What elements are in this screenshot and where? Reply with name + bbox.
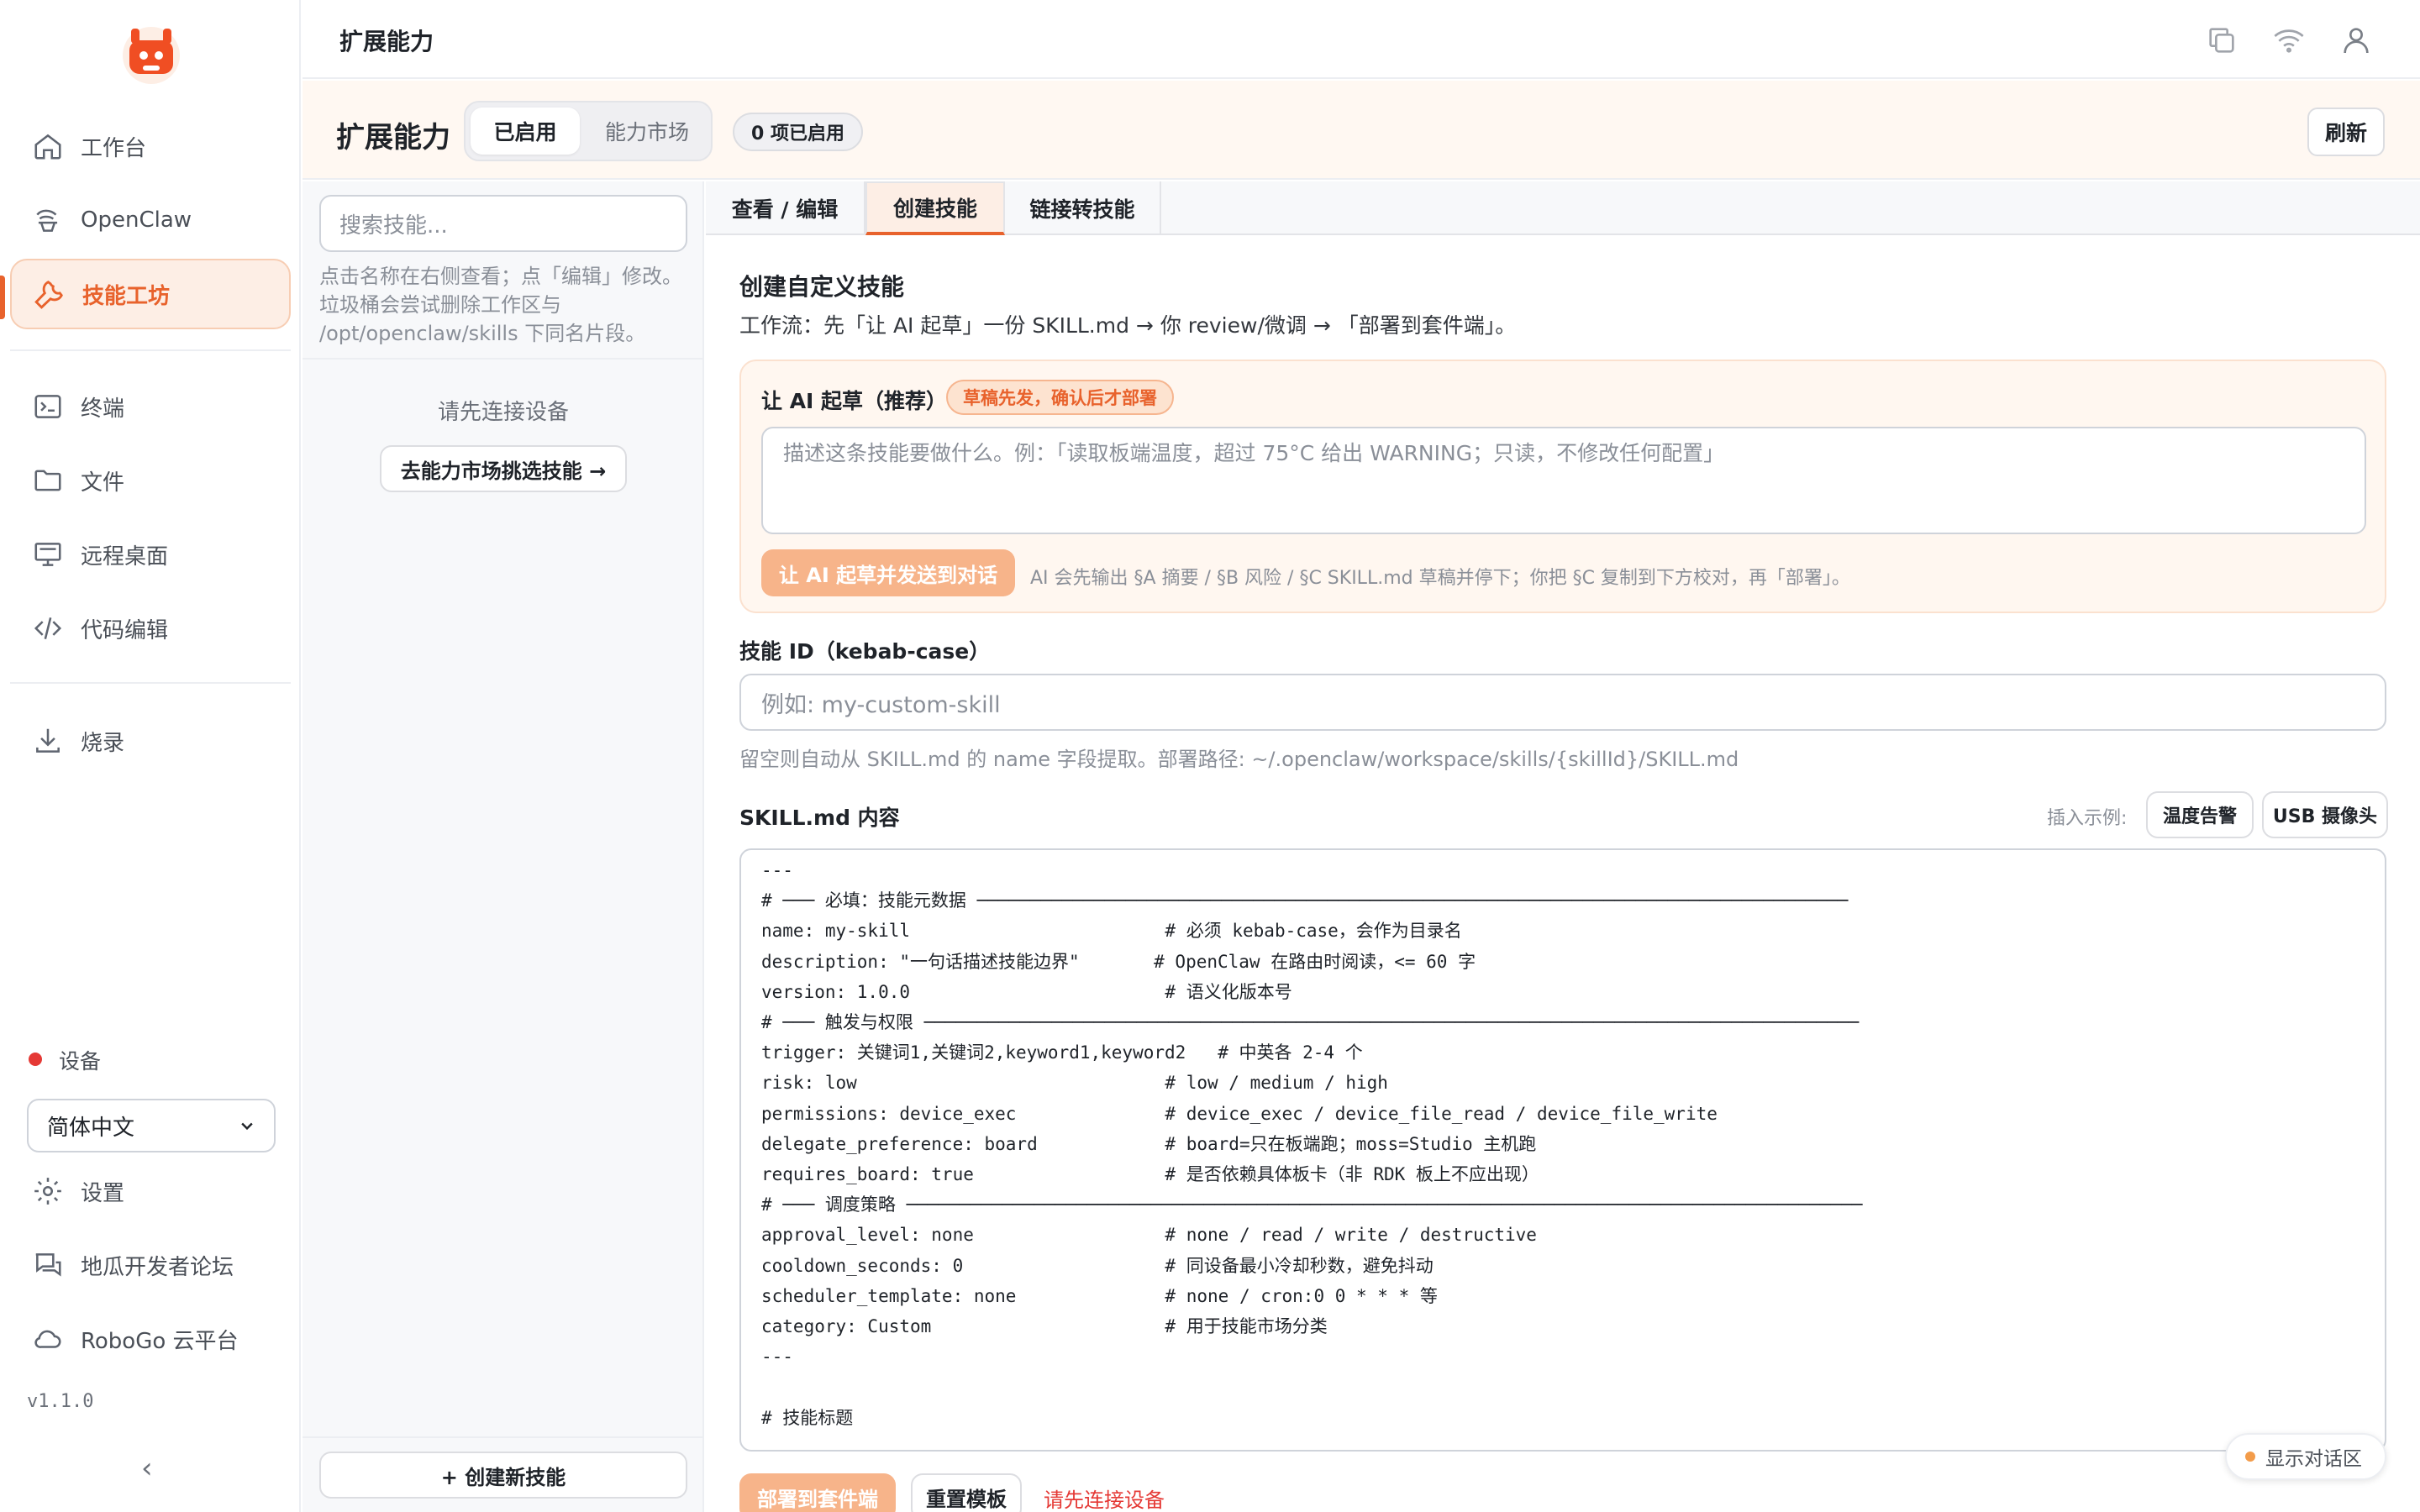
nav-openclaw[interactable]: OpenClaw (10, 185, 291, 255)
nav-label: 技能工坊 (82, 283, 171, 309)
list-divider (302, 1436, 704, 1438)
sidebar: 工作台 OpenClaw 技能工坊 终端 文件 远程桌面 代码编辑 烧录 设备 … (0, 0, 301, 1512)
nav-label: RoboGo 云平台 (81, 1328, 239, 1354)
page-title: 扩展能力 (336, 121, 450, 155)
enabled-count-badge: 0 项已启用 (733, 113, 863, 151)
skill-id-label: 技能 ID（kebab-case） (739, 639, 991, 664)
language-select[interactable]: 简体中文 (27, 1099, 276, 1152)
claw-icon (36, 209, 58, 232)
chat-bubbles-icon (35, 1253, 61, 1277)
top-bar: 扩展能力 (302, 0, 2420, 79)
version-label: v1.1.0 (27, 1391, 94, 1412)
nav-label: 代码编辑 (81, 617, 169, 643)
tab-market[interactable]: 能力市场 (588, 108, 706, 155)
status-dot (2245, 1452, 2255, 1462)
draft-first-badge: 草稿先发，确认后才部署 (946, 380, 1174, 415)
tab-view-edit[interactable]: 查看 / 编辑 (706, 181, 865, 235)
nav-label: 远程桌面 (81, 543, 169, 570)
wrench-icon (34, 281, 63, 309)
tab-create-skill[interactable]: 创建技能 (865, 181, 1005, 235)
ai-draft-note: AI 会先输出 §A 摘要 / §B 风险 / §C SKILL.md 草稿并停… (1030, 568, 1850, 589)
section-title: 创建自定义技能 (739, 273, 905, 301)
skill-md-label: SKILL.md 内容 (739, 806, 900, 830)
copy-icon[interactable] (2205, 24, 2238, 57)
nav-label: 地瓜开发者论坛 (81, 1254, 234, 1280)
skill-list-panel: 搜索技能... 点击名称在右侧查看；点「编辑」修改。垃圾桶会尝试删除工作区与 /… (302, 181, 704, 1512)
example-temperature-alert-button[interactable]: 温度告警 (2146, 791, 2254, 838)
folder-icon (34, 470, 61, 491)
nav-settings[interactable]: 设置 (10, 1156, 291, 1226)
connect-warning: 请先连接设备 (1044, 1488, 1165, 1512)
robot-logo-icon (123, 27, 180, 84)
ai-draft-label: 让 AI 起草（推荐） (761, 389, 948, 413)
show-chat-toggle[interactable]: 显示对话区 (2225, 1433, 2386, 1480)
chevron-down-icon (241, 1122, 253, 1131)
collapse-sidebar-icon[interactable]: ‹ (141, 1452, 153, 1485)
window-title: 扩展能力 (339, 28, 434, 55)
list-divider (302, 358, 704, 360)
main-tabs: 查看 / 编辑 创建技能 链接转技能 (706, 181, 2420, 235)
nav-files[interactable]: 文件 (10, 445, 291, 516)
ai-draft-send-button[interactable]: 让 AI 起草并发送到对话 (761, 549, 1015, 596)
refresh-button[interactable]: 刷新 (2307, 108, 2385, 156)
go-market-button[interactable]: 去能力市场挑选技能 → (380, 445, 627, 492)
nav-label: 终端 (81, 396, 125, 422)
nav-terminal[interactable]: 终端 (10, 371, 291, 442)
workflow-description: 工作流：先「让 AI 起草」一份 SKILL.md → 你 review/微调 … (739, 313, 1517, 338)
nav-forum[interactable]: 地瓜开发者论坛 (10, 1230, 291, 1300)
nav-skill-workshop[interactable]: 技能工坊 (10, 259, 291, 329)
user-icon[interactable] (2339, 24, 2373, 57)
nav-flash[interactable]: 烧录 (10, 706, 291, 776)
nav-robogo-cloud[interactable]: RoboGo 云平台 (10, 1304, 291, 1374)
skill-id-hint: 留空则自动从 SKILL.md 的 name 字段提取。部署路径: ~/.ope… (739, 748, 1739, 771)
sidebar-divider (10, 682, 291, 684)
connect-device-message: 请先连接设备 (437, 400, 569, 425)
nav-remote-desktop[interactable]: 远程桌面 (10, 519, 291, 590)
home-icon (34, 134, 61, 160)
skill-search-input[interactable]: 搜索技能... (319, 195, 687, 252)
tab-link-to-skill[interactable]: 链接转技能 (1005, 181, 1161, 235)
view-segmented-control: 已启用 能力市场 (464, 101, 713, 161)
cloud-icon (34, 1330, 61, 1348)
deploy-button[interactable]: 部署到套件端 (739, 1473, 896, 1512)
wifi-icon[interactable] (2272, 24, 2306, 57)
show-chat-label: 显示对话区 (2265, 1448, 2362, 1470)
reset-template-button[interactable]: 重置模板 (911, 1473, 1022, 1512)
page-header: 扩展能力 已启用 能力市场 0 项已启用 刷新 (302, 81, 2420, 180)
main-content: 查看 / 编辑 创建技能 链接转技能 创建自定义技能 工作流：先「让 AI 起草… (706, 181, 2420, 1512)
tab-enabled[interactable]: 已启用 (471, 108, 580, 155)
example-usb-camera-button[interactable]: USB 摄像头 (2262, 791, 2388, 838)
ai-draft-card: 让 AI 起草（推荐） 草稿先发，确认后才部署 描述这条技能要做什么。例：「读取… (739, 360, 2386, 613)
nav-label: OpenClaw (81, 207, 192, 233)
device-status-dot (29, 1053, 42, 1066)
skill-id-input[interactable]: 例如: my-custom-skill (739, 674, 2386, 731)
nav-label: 工作台 (81, 135, 147, 161)
create-skill-button[interactable]: + 创建新技能 (319, 1452, 687, 1499)
code-icon (34, 617, 62, 639)
nav-label: 烧录 (81, 730, 125, 756)
ai-draft-textarea[interactable]: 描述这条技能要做什么。例：「读取板端温度，超过 75°C 给出 WARNING；… (761, 427, 2366, 534)
download-icon (36, 728, 60, 753)
skill-list-hint: 点击名称在右侧查看；点「编辑」修改。垃圾桶会尝试删除工作区与 /opt/open… (319, 265, 682, 345)
monitor-icon (34, 543, 61, 566)
nav-code-editor[interactable]: 代码编辑 (10, 593, 291, 664)
insert-example-label: 插入示例: (2047, 808, 2128, 829)
active-indicator (0, 276, 5, 319)
app-window: 工作台 OpenClaw 技能工坊 终端 文件 远程桌面 代码编辑 烧录 设备 … (0, 0, 2420, 1512)
nav-label: 文件 (81, 470, 125, 496)
terminal-icon (34, 395, 61, 418)
language-value: 简体中文 (47, 1115, 135, 1141)
gear-icon (34, 1178, 61, 1205)
nav-label: 设置 (81, 1180, 125, 1206)
device-label: 设备 (59, 1049, 102, 1074)
nav-workbench[interactable]: 工作台 (10, 111, 291, 181)
skill-md-editor[interactable]: --- # ─── 必填：技能元数据 ─────────────────────… (739, 848, 2386, 1452)
sidebar-divider (10, 349, 291, 351)
